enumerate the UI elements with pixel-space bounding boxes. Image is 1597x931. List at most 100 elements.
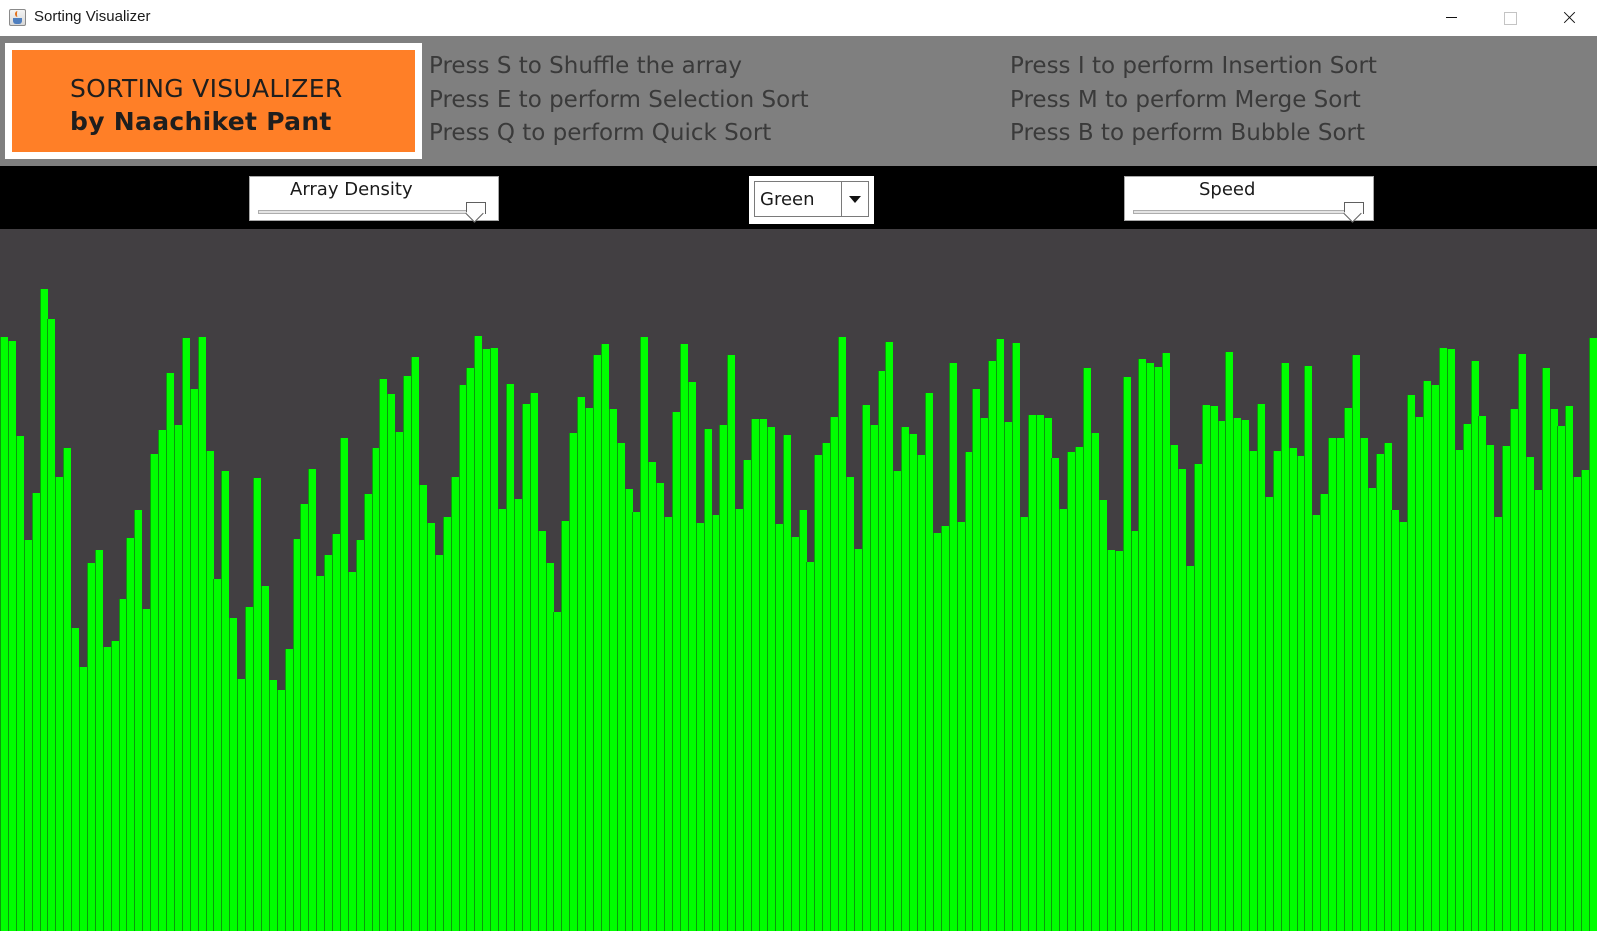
- array-bar: [687, 382, 696, 931]
- array-bar: [1407, 395, 1416, 931]
- array-bar: [1170, 444, 1179, 931]
- array-bar: [1541, 368, 1550, 931]
- array-bar: [1494, 516, 1503, 931]
- instruction-shuffle: Press S to Shuffle the array: [429, 53, 742, 79]
- array-bar: [774, 523, 783, 931]
- array-bar: [1375, 453, 1384, 931]
- array-bar: [1249, 450, 1258, 931]
- array-bar: [1146, 363, 1155, 931]
- array-bar: [237, 679, 246, 931]
- array-bar: [1257, 403, 1266, 931]
- array-bar: [300, 503, 309, 931]
- array-bar: [1075, 446, 1084, 931]
- array-bar: [1573, 476, 1582, 931]
- array-bar: [838, 337, 847, 931]
- array-bar: [845, 476, 854, 931]
- array-bar: [1549, 408, 1558, 931]
- array-bar: [268, 680, 277, 931]
- array-bar: [71, 628, 80, 931]
- array-density-track[interactable]: [258, 210, 482, 214]
- array-bar: [379, 379, 388, 931]
- array-bar: [339, 437, 348, 931]
- array-bar: [743, 459, 752, 931]
- array-bar: [664, 516, 673, 931]
- array-bar: [284, 649, 293, 931]
- array-bar: [1359, 437, 1368, 931]
- array-bar: [996, 339, 1005, 931]
- array-bar: [371, 447, 380, 931]
- color-select[interactable]: Green: [749, 176, 874, 224]
- array-bar: [893, 470, 902, 931]
- logo-title: SORTING VISUALIZER: [70, 74, 343, 103]
- array-bar: [1027, 414, 1036, 931]
- array-bar: [1051, 457, 1060, 931]
- array-bar: [561, 520, 570, 931]
- array-bar: [1193, 463, 1202, 931]
- array-density-slider[interactable]: Array Density: [249, 176, 499, 221]
- color-select-value: Green: [760, 189, 815, 210]
- array-bar: [972, 389, 981, 931]
- minimize-icon[interactable]: [1422, 0, 1480, 36]
- instruction-merge-sort: Press M to perform Merge Sort: [1010, 87, 1361, 113]
- array-bar: [158, 429, 167, 931]
- array-bar: [1312, 514, 1321, 931]
- array-bar: [0, 337, 8, 931]
- title-bar: Sorting Visualizer: [0, 0, 1597, 36]
- array-bar: [529, 393, 538, 931]
- chevron-down-icon[interactable]: [841, 182, 868, 216]
- array-bar: [55, 476, 64, 931]
- array-bar: [1423, 381, 1432, 931]
- array-bar: [134, 509, 143, 931]
- array-bar: [901, 426, 910, 931]
- array-bar: [1478, 415, 1487, 931]
- array-bar: [695, 522, 704, 931]
- color-select-field[interactable]: Green: [754, 181, 869, 217]
- array-bar: [1462, 423, 1471, 931]
- array-bar: [86, 562, 95, 931]
- array-bar: [679, 344, 688, 931]
- array-bar: [822, 442, 831, 931]
- array-bar: [260, 586, 269, 931]
- array-bar: [1438, 348, 1447, 931]
- array-bar: [252, 477, 261, 931]
- visualization-canvas: [0, 229, 1597, 931]
- array-bar: [553, 612, 562, 931]
- array-bar: [592, 355, 601, 931]
- array-bar: [1154, 367, 1163, 931]
- array-bar: [332, 533, 341, 931]
- maximize-icon[interactable]: [1480, 0, 1538, 36]
- array-bar: [197, 337, 206, 931]
- array-bar: [1565, 405, 1574, 931]
- array-density-label: Array Density: [290, 179, 413, 200]
- speed-label: Speed: [1199, 179, 1256, 200]
- array-bar: [964, 451, 973, 931]
- array-bar: [853, 548, 862, 931]
- array-bar: [648, 461, 657, 931]
- array-bar: [1233, 417, 1242, 931]
- java-icon: [9, 9, 26, 26]
- array-bar: [545, 562, 554, 931]
- array-bar: [1162, 353, 1171, 931]
- speed-slider[interactable]: Speed: [1124, 176, 1374, 221]
- array-bar: [498, 508, 507, 931]
- array-bar: [1446, 349, 1455, 931]
- close-icon[interactable]: [1539, 0, 1597, 36]
- array-bar: [482, 349, 491, 931]
- array-density-thumb[interactable]: [466, 202, 487, 219]
- array-bar: [1201, 404, 1210, 931]
- array-bar: [869, 424, 878, 931]
- speed-track[interactable]: [1133, 210, 1357, 214]
- array-bar: [150, 453, 159, 931]
- array-bar: [577, 397, 586, 931]
- logo-author: by Naachiket Pant: [70, 107, 332, 136]
- instruction-bubble-sort: Press B to perform Bubble Sort: [1010, 120, 1366, 146]
- speed-thumb[interactable]: [1343, 202, 1364, 219]
- array-bar: [1122, 377, 1131, 931]
- array-bar: [1589, 338, 1597, 931]
- array-bar: [861, 404, 870, 931]
- array-bar: [245, 607, 254, 931]
- array-bar: [387, 394, 396, 931]
- array-bar: [1304, 366, 1313, 931]
- array-bar: [1272, 450, 1281, 931]
- array-bar: [15, 435, 24, 931]
